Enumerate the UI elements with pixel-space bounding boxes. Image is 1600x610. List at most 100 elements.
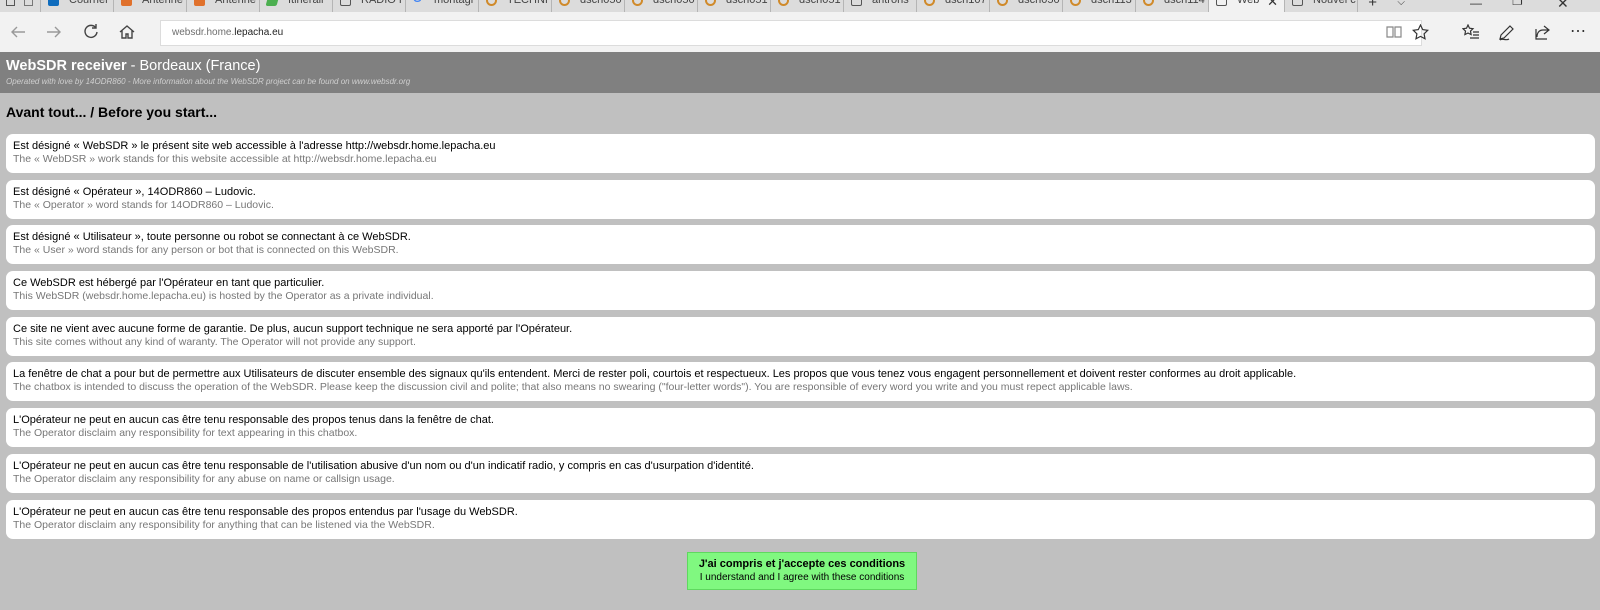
browser-tab[interactable]: dsch050 <box>551 0 624 12</box>
set-aside-tabs-button[interactable] <box>20 0 40 12</box>
forward-arrow-icon <box>47 26 61 38</box>
tab-label: Antenne <box>142 0 183 6</box>
navigation-bar: websdr.home.lepacha.eu ⋯ <box>0 12 1600 52</box>
refresh-icon <box>84 24 98 38</box>
term-item: Ce WebSDR est hébergé par l'Opérateur en… <box>6 271 1595 311</box>
browser-tab[interactable]: Web ✕ <box>1208 0 1284 12</box>
back-arrow-icon <box>11 26 25 38</box>
tab-list-dropdown[interactable]: ⌵ <box>1387 0 1417 12</box>
browser-tab[interactable]: Gmontagi <box>405 0 478 12</box>
browser-tab[interactable]: Courrier <box>40 0 113 12</box>
term-text-fr: Est désigné « Opérateur », 14ODR860 – Lu… <box>13 185 256 198</box>
chevron-down-icon: ⌵ <box>1397 0 1405 8</box>
browser-tab[interactable]: Itinérair <box>259 0 332 12</box>
term-item: Ce site ne vient avec aucune forme de ga… <box>6 316 1595 356</box>
more-options-icon[interactable]: ⋯ <box>1570 21 1587 41</box>
web-note-pen-icon[interactable] <box>1498 24 1515 41</box>
tab-label: dsch050 <box>1018 0 1060 6</box>
outlook-icon <box>48 0 59 6</box>
tab-label: antrons <box>872 0 909 6</box>
favorite-star-icon[interactable] <box>1412 24 1429 41</box>
schematic-icon <box>705 0 716 6</box>
close-tab-icon[interactable]: ✕ <box>1267 0 1278 10</box>
itinerary-icon <box>265 0 280 6</box>
term-text-fr: La fenêtre de chat a pour but de permett… <box>13 368 1297 381</box>
close-window-button[interactable]: ✕ <box>1557 0 1569 12</box>
browser-tab[interactable]: TECHNI <box>478 0 551 12</box>
tab-label: dsch051 <box>726 0 768 6</box>
tab-label: Web <box>1237 0 1260 6</box>
term-text-en: The chatbox is intended to discuss the o… <box>13 381 1133 394</box>
favorites-hub-icon[interactable] <box>1462 24 1480 41</box>
browser-tab[interactable]: dsch050 <box>989 0 1062 12</box>
browser-tab[interactable]: Antenne <box>186 0 259 12</box>
terms-list: Est désigné « WebSDR » le présent site w… <box>6 134 1595 545</box>
tab-label: dsch051 <box>799 0 841 6</box>
share-icon[interactable] <box>1534 24 1551 41</box>
back-button[interactable] <box>6 20 30 44</box>
term-text-fr: Est désigné « WebSDR » le présent site w… <box>13 140 496 152</box>
schematic-icon <box>1143 0 1154 6</box>
schematic-icon <box>632 0 643 6</box>
minimize-button[interactable]: — <box>1470 0 1482 10</box>
term-text-en: This WebSDR (websdr.home.lepacha.eu) is … <box>13 290 434 303</box>
page-heading: Avant tout... / Before you start... <box>6 104 218 120</box>
tab-label: montagi <box>434 0 474 6</box>
address-bar[interactable]: websdr.home.lepacha.eu <box>160 20 1422 46</box>
tab-strip: CourrierAntenneAntenneItinérairRADIO FGm… <box>0 0 1600 12</box>
maximize-button[interactable]: ❐ <box>1512 0 1523 8</box>
tab-label: dsch114 <box>1164 0 1205 6</box>
browser-tab[interactable]: dsch050 <box>624 0 697 12</box>
schematic-icon <box>778 0 789 6</box>
new-tab-icon <box>1292 0 1303 6</box>
google-icon: G <box>413 0 424 6</box>
term-text-fr: Est désigné « Utilisateur », toute perso… <box>13 231 411 244</box>
term-item: L'Opérateur ne peut en aucun cas être te… <box>6 408 1595 448</box>
refresh-button[interactable] <box>79 20 103 44</box>
page-icon <box>851 0 862 6</box>
tab-label: dsch113 <box>1091 0 1132 6</box>
browser-tab[interactable]: Antenne <box>113 0 186 12</box>
term-text-en: The « Operator » word stands for 14ODR86… <box>13 198 274 211</box>
home-icon <box>119 25 135 39</box>
term-item: L'Opérateur ne peut en aucun cas être te… <box>6 499 1595 539</box>
accept-conditions-button[interactable]: J'ai compris et j'accepte ces conditions… <box>687 552 917 590</box>
schematic-icon <box>1070 0 1081 6</box>
browser-tab[interactable]: Nouvel c <box>1284 0 1357 12</box>
accept-label-fr: J'ai compris et j'accepte ces conditions <box>698 558 906 570</box>
term-text-fr: L'Opérateur ne peut en aucun cas être te… <box>13 414 494 427</box>
tab-list: CourrierAntenneAntenneItinérairRADIO FGm… <box>40 0 1357 12</box>
browser-tab[interactable]: antrons <box>843 0 916 12</box>
site-title-line: WebSDR receiver - Bordeaux (France) <box>6 58 1600 74</box>
tab-label: Nouvel c <box>1313 0 1356 6</box>
site-header: WebSDR receiver - Bordeaux (France) Oper… <box>0 52 1600 93</box>
browser-tab[interactable]: dsch051 <box>697 0 770 12</box>
new-tab-button[interactable]: + <box>1357 0 1387 12</box>
site-location: - Bordeaux (France) <box>130 58 261 74</box>
term-text-fr: L'Opérateur ne peut en aucun cas être te… <box>13 459 754 472</box>
tab-preview-button[interactable] <box>0 0 20 12</box>
site-title: WebSDR receiver <box>6 58 127 74</box>
page-icon <box>1216 0 1227 6</box>
browser-tab[interactable]: dsch113 <box>1062 0 1135 12</box>
tab-label: Antenne <box>215 0 256 6</box>
forward-button[interactable] <box>42 20 66 44</box>
set-aside-icon <box>24 0 33 6</box>
browser-tab[interactable]: RADIO F <box>332 0 405 12</box>
schematic-icon <box>486 0 497 6</box>
page-icon <box>340 0 351 6</box>
reading-view-icon[interactable] <box>1386 24 1402 40</box>
term-text-fr: Ce site ne vient avec aucune forme de ga… <box>13 322 573 335</box>
term-text-fr: Ce WebSDR est hébergé par l'Opérateur en… <box>13 277 325 290</box>
browser-tab[interactable]: dsch114 <box>1135 0 1208 12</box>
term-text-en: The Operator disclaim any responsibility… <box>13 518 435 531</box>
browser-tab[interactable]: dsch107 <box>916 0 989 12</box>
term-text-en: This site comes without any kind of wara… <box>13 335 416 348</box>
term-item: Est désigné « Opérateur », 14ODR860 – Lu… <box>6 179 1595 219</box>
browser-tab[interactable]: dsch051 <box>770 0 843 12</box>
schematic-icon <box>924 0 935 6</box>
schematic-icon <box>559 0 570 6</box>
home-button[interactable] <box>115 20 139 44</box>
url-prefix: websdr.home. <box>172 27 235 38</box>
plus-icon: + <box>1368 0 1377 11</box>
